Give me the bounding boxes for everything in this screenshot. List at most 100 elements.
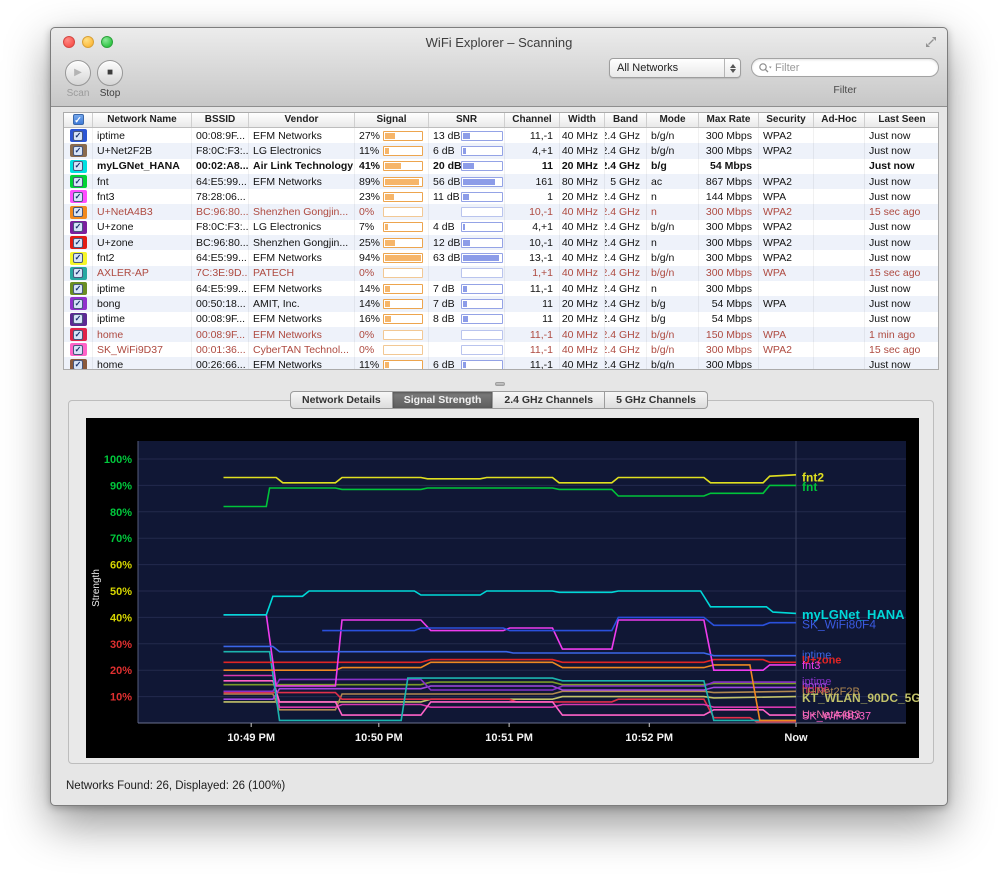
channel: 11,-1 xyxy=(505,281,560,296)
bssid: 00:26:66... xyxy=(192,357,249,370)
signal-cell: 16% xyxy=(355,312,429,327)
network-checkbox[interactable]: ✓ xyxy=(73,314,83,324)
table-row[interactable]: ✓U+zoneBC:96:80...Shenzhen Gongjin...25%… xyxy=(64,235,938,250)
y-axis-tick-label: 70% xyxy=(110,533,132,545)
last-seen: 15 sec ago xyxy=(865,266,939,281)
tab-network-details[interactable]: Network Details xyxy=(290,391,393,409)
fullscreen-icon[interactable] xyxy=(925,36,937,48)
y-axis-tick-label: 20% xyxy=(110,665,132,677)
table-row[interactable]: ✓home00:08:9F...EFM Networks0%11,-140 MH… xyxy=(64,327,938,342)
network-checkbox[interactable]: ✓ xyxy=(73,330,83,340)
column-header-channel[interactable]: Channel xyxy=(505,113,560,127)
table-row[interactable]: ✓iptime64:E5:99...EFM Networks14%7 dB11,… xyxy=(64,281,938,296)
column-header-last-seen[interactable]: Last Seen xyxy=(865,113,939,127)
table-row[interactable]: ✓fnt64:E5:99...EFM Networks89%56 dB16180… xyxy=(64,174,938,189)
snr-cell: 13 dB xyxy=(429,128,505,143)
channel: 11 xyxy=(505,296,560,311)
tab-2-4-ghz-channels[interactable]: 2.4 GHz Channels xyxy=(493,391,605,409)
snr-cell: 6 dB xyxy=(429,143,505,158)
network-name: fnt xyxy=(93,174,192,189)
bssid: 00:08:9F... xyxy=(192,128,249,143)
network-name: U+NetA4B3 xyxy=(93,204,192,219)
column-header-snr[interactable]: SNR xyxy=(429,113,505,127)
table-row[interactable]: ✓iptime00:08:9F...EFM Networks16%8 dB112… xyxy=(64,312,938,327)
table-row[interactable]: ✓AXLER-AP7C:3E:9D...PATECH0%1,+140 MHz2.… xyxy=(64,266,938,281)
last-seen: Just now xyxy=(865,174,939,189)
table-row[interactable]: ✓bong00:50:18...AMIT, Inc.14%7 dB1120 MH… xyxy=(64,296,938,311)
column-header-checkbox[interactable]: ✓ xyxy=(64,113,93,127)
network-checkbox[interactable]: ✓ xyxy=(73,192,83,202)
scan-button[interactable]: ▶ xyxy=(65,60,91,86)
signal-bar xyxy=(383,299,423,309)
column-header-ad-hoc[interactable]: Ad-Hoc xyxy=(814,113,865,127)
filter-search-input[interactable]: Filter xyxy=(751,58,939,77)
signal-cell: 89% xyxy=(355,174,429,189)
detail-tabbar: Network DetailsSignal Strength2.4 GHz Ch… xyxy=(51,391,947,409)
table-row[interactable]: ✓U+zoneF8:0C:F3:...LG Electronics7%4 dB4… xyxy=(64,220,938,235)
tab-5-ghz-channels[interactable]: 5 GHz Channels xyxy=(605,391,708,409)
snr-cell: 7 dB xyxy=(429,296,505,311)
network-checkbox[interactable]: ✓ xyxy=(73,131,83,141)
column-header-vendor[interactable]: Vendor xyxy=(249,113,355,127)
band: 2.4 GHz xyxy=(605,250,647,265)
y-axis-tick-label: 90% xyxy=(110,480,132,492)
table-row[interactable]: ✓iptime00:08:9F...EFM Networks27%13 dB11… xyxy=(64,128,938,143)
snr-cell: 8 dB xyxy=(429,312,505,327)
select-all-checkbox[interactable]: ✓ xyxy=(73,114,84,125)
signal-cell: 27% xyxy=(355,128,429,143)
column-header-band[interactable]: Band xyxy=(605,113,647,127)
network-checkbox[interactable]: ✓ xyxy=(73,345,83,355)
network-checkbox[interactable]: ✓ xyxy=(73,146,83,156)
stop-button[interactable]: ■ xyxy=(97,60,123,86)
network-checkbox[interactable]: ✓ xyxy=(73,207,83,217)
tab-signal-strength[interactable]: Signal Strength xyxy=(393,391,494,409)
network-checkbox[interactable]: ✓ xyxy=(73,238,83,248)
ad-hoc xyxy=(814,128,865,143)
splitter-handle[interactable] xyxy=(495,382,505,386)
channel: 13,-1 xyxy=(505,250,560,265)
column-header-bssid[interactable]: BSSID xyxy=(192,113,249,127)
network-checkbox[interactable]: ✓ xyxy=(73,161,83,171)
network-checkbox[interactable]: ✓ xyxy=(73,360,83,370)
window-title: WiFi Explorer – Scanning xyxy=(51,35,947,50)
x-axis-tick-label: 10:49 PM xyxy=(227,732,275,744)
channel-width: 20 MHz xyxy=(560,312,605,327)
y-axis-tick-label: 40% xyxy=(110,612,132,624)
table-row[interactable]: ✓home00:26:66...EFM Networks11%6 dB11,-1… xyxy=(64,357,938,370)
column-header-network-name[interactable]: Network Name xyxy=(93,113,192,127)
mode: b/g xyxy=(647,296,699,311)
bssid: BC:96:80... xyxy=(192,204,249,219)
signal-bar xyxy=(383,253,423,263)
network-color-swatch: ✓ xyxy=(70,160,87,173)
table-row[interactable]: ✓U+Net2F2BF8:0C:F3:...LG Electronics11%6… xyxy=(64,143,938,158)
signal-strength-chart: 10:49 PM10:50 PM10:51 PM10:52 PMNow100%9… xyxy=(86,418,919,758)
column-header-signal[interactable]: Signal xyxy=(355,113,429,127)
table-row[interactable]: ✓fnt378:28:06...23%11 dB120 MHz2.4 GHzn1… xyxy=(64,189,938,204)
network-checkbox[interactable]: ✓ xyxy=(73,299,83,309)
ad-hoc xyxy=(814,342,865,357)
network-checkbox[interactable]: ✓ xyxy=(73,177,83,187)
last-seen: 15 sec ago xyxy=(865,204,939,219)
max-rate: 300 Mbps xyxy=(699,235,759,250)
network-checkbox[interactable]: ✓ xyxy=(73,222,83,232)
snr-bar xyxy=(461,131,503,141)
column-header-security[interactable]: Security xyxy=(759,113,814,127)
network-checkbox[interactable]: ✓ xyxy=(73,268,83,278)
network-checkbox[interactable]: ✓ xyxy=(73,284,83,294)
ad-hoc xyxy=(814,189,865,204)
band: 2.4 GHz xyxy=(605,189,647,204)
max-rate: 300 Mbps xyxy=(699,250,759,265)
column-header-max-rate[interactable]: Max Rate xyxy=(699,113,759,127)
table-row[interactable]: ✓U+NetA4B3BC:96:80...Shenzhen Gongjin...… xyxy=(64,204,938,219)
network-checkbox[interactable]: ✓ xyxy=(73,253,83,263)
band: 5 GHz xyxy=(605,174,647,189)
network-color-swatch: ✓ xyxy=(70,221,87,234)
column-header-mode[interactable]: Mode xyxy=(647,113,699,127)
snr-bar xyxy=(461,299,503,309)
table-row[interactable]: ✓fnt264:E5:99...EFM Networks94%63 dB13,-… xyxy=(64,250,938,265)
security: WPA xyxy=(759,266,814,281)
network-filter-dropdown[interactable]: All Networks xyxy=(609,58,741,78)
table-row[interactable]: ✓SK_WiFi9D3700:01:36...CyberTAN Technol.… xyxy=(64,342,938,357)
column-header-width[interactable]: Width xyxy=(560,113,605,127)
table-row[interactable]: ✓myLGNet_HANA00:02:A8...Air Link Technol… xyxy=(64,159,938,174)
